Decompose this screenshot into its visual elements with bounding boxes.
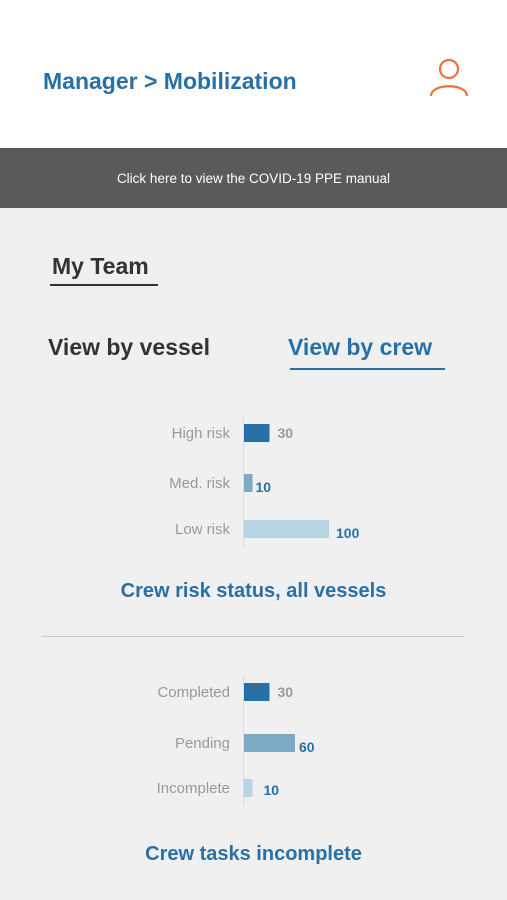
risk-status-chart: High risk 30 Med. risk 10 Low risk 100 xyxy=(0,405,507,565)
value-label: 30 xyxy=(278,684,294,700)
chart-bar xyxy=(244,520,329,538)
value-label: 10 xyxy=(256,479,272,495)
tasks-chart-title[interactable]: Crew tasks incomplete xyxy=(0,843,507,866)
value-label: 10 xyxy=(264,782,280,798)
category-label: Incomplete xyxy=(157,780,230,797)
chart-bar xyxy=(244,683,270,701)
value-label: 30 xyxy=(278,425,294,441)
user-icon-head xyxy=(438,58,460,80)
ppe-manual-banner[interactable]: Click here to view the COVID-19 PPE manu… xyxy=(0,148,507,208)
category-label: High risk xyxy=(172,425,231,442)
risk-status-chart-svg: High risk 30 Med. risk 10 Low risk 100 xyxy=(169,416,360,548)
risk-status-chart-title[interactable]: Crew risk status, all vessels xyxy=(0,580,507,603)
breadcrumb[interactable]: Manager > Mobilization xyxy=(43,68,297,95)
chart-bar xyxy=(244,474,253,492)
category-label: Low risk xyxy=(175,521,231,538)
tasks-chart-svg: Completed 30 Pending 60 Incomplete 10 xyxy=(157,675,315,807)
user-icon[interactable] xyxy=(428,57,470,99)
value-label: 60 xyxy=(299,739,315,755)
category-label: Completed xyxy=(157,684,230,701)
tab-view-by-vessel[interactable]: View by vessel xyxy=(48,334,210,361)
chart-bar xyxy=(244,734,295,752)
chart-bar xyxy=(244,424,270,442)
tasks-chart: Completed 30 Pending 60 Incomplete 10 xyxy=(0,662,507,812)
category-label: Med. risk xyxy=(169,475,230,492)
category-label: Pending xyxy=(175,735,230,752)
my-team-underline xyxy=(50,284,158,286)
section-divider xyxy=(42,636,464,637)
chart-bar xyxy=(244,779,253,797)
tab-view-by-crew[interactable]: View by crew xyxy=(288,334,432,361)
value-label: 100 xyxy=(336,525,360,541)
user-icon-body xyxy=(429,85,469,97)
my-team-title: My Team xyxy=(52,253,149,279)
active-tab-underline xyxy=(290,368,445,370)
app-header: Manager > Mobilization xyxy=(0,0,507,148)
